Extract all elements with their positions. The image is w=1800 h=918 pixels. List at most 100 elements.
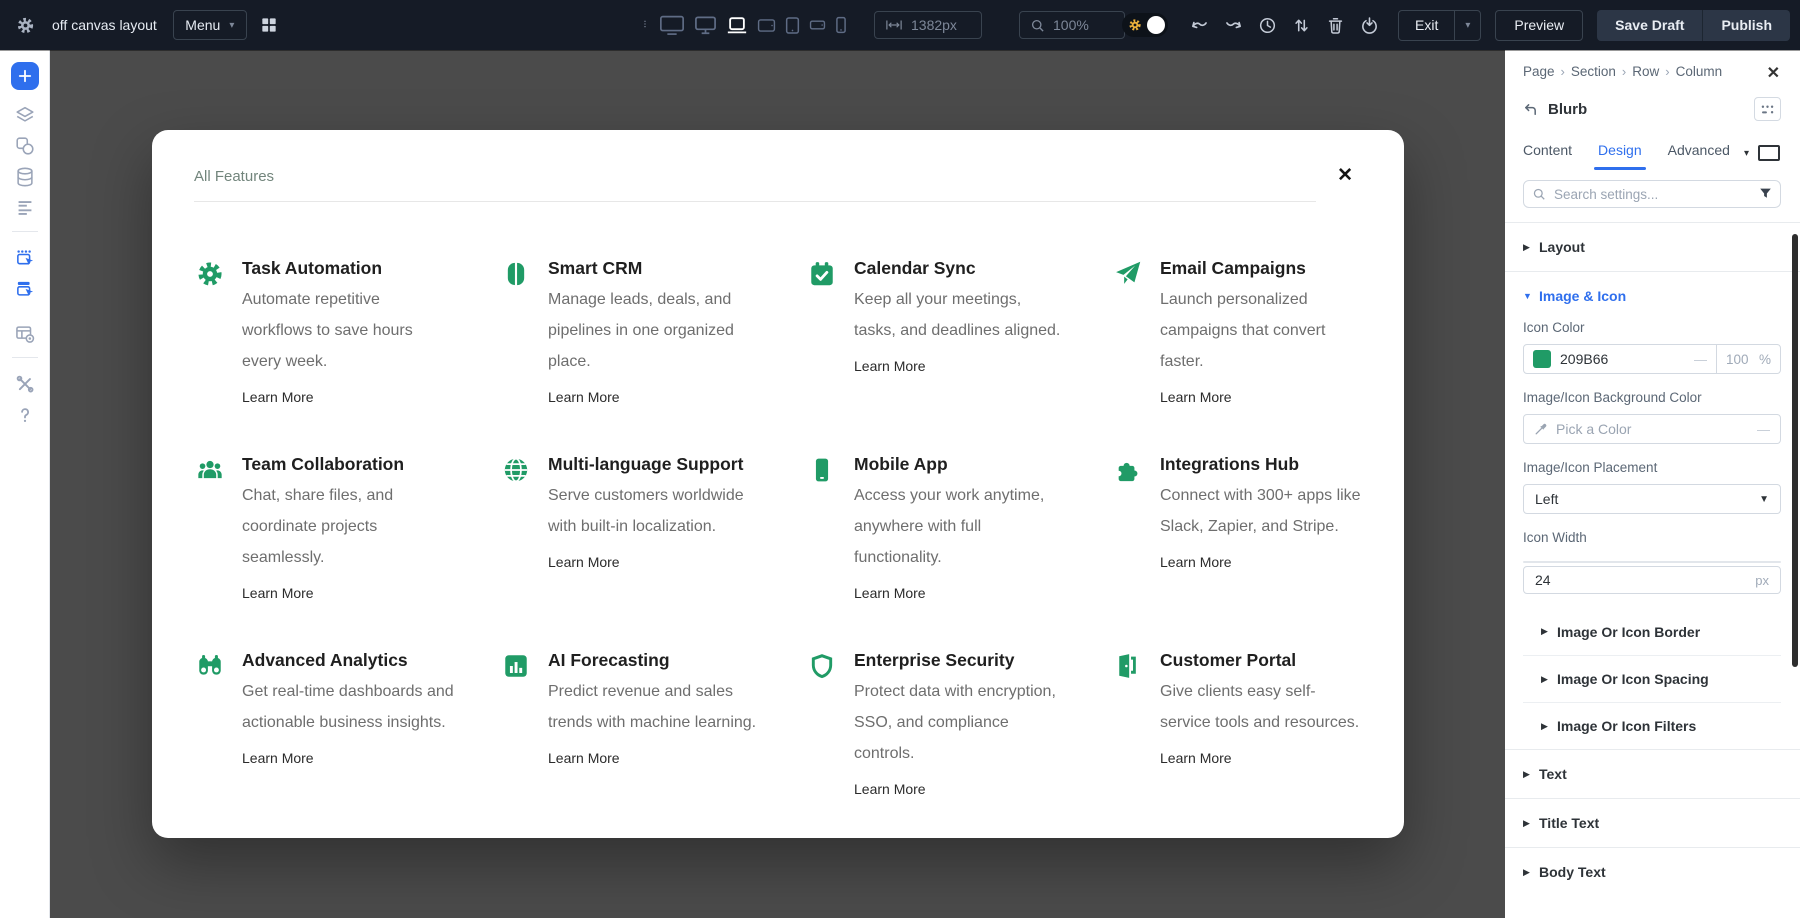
menu-dropdown[interactable]: Menu ▾ xyxy=(173,10,247,40)
tab[interactable]: Advanced xyxy=(1668,142,1730,170)
accordion-section[interactable]: ▶ Text xyxy=(1523,750,1781,798)
exit-button[interactable]: Exit ▾ xyxy=(1398,10,1481,41)
trash-icon[interactable] xyxy=(1320,10,1350,40)
zoom-level-input[interactable]: 100% xyxy=(1019,11,1125,39)
learn-more-link[interactable]: Learn More xyxy=(242,585,314,601)
toolbar-left-group: off canvas layout Menu ▾ xyxy=(16,0,279,50)
icon-color-opacity-input[interactable]: 100 % xyxy=(1716,345,1780,373)
close-icon[interactable]: ✕ xyxy=(1767,63,1780,83)
grid-layout-icon[interactable] xyxy=(259,15,279,35)
tab[interactable]: Design xyxy=(1598,142,1642,170)
icon-width-label: Icon Width xyxy=(1523,530,1781,545)
people-icon xyxy=(196,456,224,484)
preset-options-button[interactable] xyxy=(1754,97,1781,121)
sort-icon[interactable] xyxy=(1286,10,1316,40)
breadcrumb-item-column[interactable]: Column xyxy=(1676,64,1723,79)
panel-scrollbar[interactable] xyxy=(1792,234,1798,667)
layers-icon[interactable] xyxy=(0,99,50,130)
learn-more-link[interactable]: Learn More xyxy=(548,750,620,766)
undo-icon[interactable] xyxy=(1184,10,1214,40)
feature-description: Get real-time dashboards and actionable … xyxy=(242,676,454,738)
reset-dash-icon[interactable]: — xyxy=(1757,422,1770,437)
chevron-right-icon: ▶ xyxy=(1541,674,1557,685)
bar-chart-icon xyxy=(502,652,530,680)
icon-color-swatch[interactable] xyxy=(1533,350,1551,368)
sub-accordion[interactable]: ▶ Image Or Icon Spacing xyxy=(1523,655,1781,702)
icon-width-slider[interactable] xyxy=(1523,561,1781,563)
learn-more-link[interactable]: Learn More xyxy=(854,358,926,374)
tools-icon[interactable] xyxy=(0,368,50,399)
canvas-width-input[interactable]: 1382px xyxy=(874,11,982,39)
chevron-right-icon: ▶ xyxy=(1541,721,1557,732)
feature-card: Task Automation Automate repetitive work… xyxy=(196,258,502,454)
icon-color-picker[interactable]: 209B66 — xyxy=(1524,345,1716,373)
feature-description: Chat, share files, and coordinate projec… xyxy=(242,480,454,573)
learn-more-link[interactable]: Learn More xyxy=(242,750,314,766)
sub-accordion[interactable]: ▶ Image Or Icon Filters xyxy=(1523,702,1781,749)
learn-more-link[interactable]: Learn More xyxy=(548,389,620,405)
search-input[interactable] xyxy=(1523,180,1781,208)
rows-icon[interactable] xyxy=(0,192,50,223)
monitor-icon[interactable] xyxy=(694,12,717,38)
feature-card: AI Forecasting Predict revenue and sales… xyxy=(502,650,808,846)
learn-more-link[interactable]: Learn More xyxy=(548,554,620,570)
binoculars-icon xyxy=(196,652,224,680)
feature-card: Calendar Sync Keep all your meetings, ta… xyxy=(808,258,1114,454)
help-icon[interactable] xyxy=(0,399,50,430)
phone-portrait-icon[interactable] xyxy=(835,12,847,38)
feature-description: Protect data with encryption, SSO, and c… xyxy=(854,676,1066,769)
drag-handle-dots-icon[interactable] xyxy=(641,15,649,35)
database-icon[interactable] xyxy=(0,161,50,192)
reset-dash-icon[interactable]: — xyxy=(1694,352,1707,367)
breadcrumb-item-section[interactable]: Section xyxy=(1571,64,1616,79)
desktop-icon[interactable] xyxy=(659,12,685,38)
builder-canvas: All Features ✕ Task Automation Automate … xyxy=(50,50,1505,918)
close-icon[interactable]: ✕ xyxy=(1337,166,1353,185)
preview-button[interactable]: Preview xyxy=(1495,10,1583,41)
learn-more-link[interactable]: Learn More xyxy=(1160,554,1232,570)
portability-icon[interactable] xyxy=(1354,10,1384,40)
save-draft-button[interactable]: Save Draft xyxy=(1597,10,1702,41)
icon-color-label: Icon Color xyxy=(1523,320,1781,335)
select-module-alt-icon[interactable] xyxy=(0,273,50,304)
learn-more-link[interactable]: Learn More xyxy=(1160,750,1232,766)
exit-chevron-icon[interactable]: ▾ xyxy=(1454,11,1480,40)
sub-accordion[interactable]: ▶ Image Or Icon Border xyxy=(1523,608,1781,655)
bg-color-picker[interactable]: Pick a Color — xyxy=(1523,414,1781,444)
tab[interactable]: Content xyxy=(1523,142,1572,170)
tablet-portrait-icon[interactable] xyxy=(785,12,800,38)
plus-icon[interactable] xyxy=(11,62,39,90)
accordion-section[interactable]: ▶ Title Text xyxy=(1523,799,1781,847)
accordion-layout[interactable]: ▶ Layout xyxy=(1523,223,1781,271)
breadcrumb-item-page[interactable]: Page xyxy=(1523,64,1555,79)
shapes-icon[interactable] xyxy=(0,130,50,161)
placement-select[interactable]: Left ▼ xyxy=(1523,484,1781,514)
learn-more-link[interactable]: Learn More xyxy=(854,585,926,601)
filter-funnel-icon[interactable] xyxy=(1759,187,1772,200)
builder-mode-toggle[interactable] xyxy=(1122,13,1168,37)
history-icon[interactable] xyxy=(1252,10,1282,40)
select-module-icon[interactable] xyxy=(0,242,50,273)
publish-button[interactable]: Publish xyxy=(1702,10,1790,41)
window-eye-icon[interactable] xyxy=(0,318,50,349)
accordion-section[interactable]: ▶ Body Text xyxy=(1523,848,1781,896)
learn-more-link[interactable]: Learn More xyxy=(1160,389,1232,405)
redo-icon[interactable] xyxy=(1218,10,1248,40)
settings-gear-icon[interactable] xyxy=(16,16,35,35)
phone-landscape-icon[interactable] xyxy=(809,12,826,38)
smartphone-icon xyxy=(808,456,836,484)
laptop-icon[interactable] xyxy=(726,12,748,38)
learn-more-link[interactable]: Learn More xyxy=(854,781,926,797)
breadcrumb-item-row[interactable]: Row xyxy=(1632,64,1659,79)
icon-width-input[interactable]: 24 px xyxy=(1523,566,1781,594)
responsive-chevron-icon[interactable]: ▾ xyxy=(1744,148,1749,159)
desktop-view-icon[interactable] xyxy=(1757,144,1781,162)
accordion-image-icon[interactable]: ▼ Image & Icon xyxy=(1523,272,1781,320)
feature-description: Launch personalized campaigns that conve… xyxy=(1160,284,1364,377)
icon-color-hex[interactable]: 209B66 xyxy=(1560,351,1685,367)
feature-description: Automate repetitive workflows to save ho… xyxy=(242,284,454,377)
tablet-landscape-icon[interactable] xyxy=(757,12,776,38)
sidebar-item xyxy=(12,231,38,232)
learn-more-link[interactable]: Learn More xyxy=(242,389,314,405)
back-arrow-icon[interactable] xyxy=(1523,102,1538,117)
